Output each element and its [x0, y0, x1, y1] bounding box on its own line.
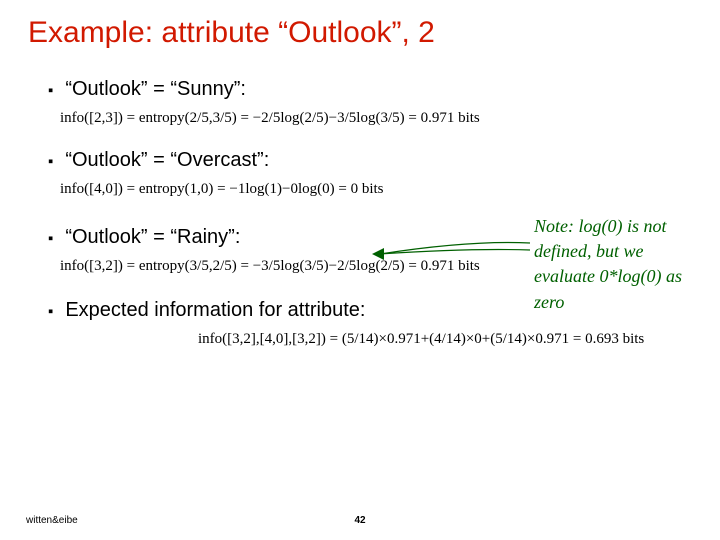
rainy-label: “Outlook” = “Rainy”: [65, 226, 240, 249]
bullet-marker: ▪ [48, 78, 53, 104]
slide-title: Example: attribute “Outlook”, 2 [0, 0, 720, 50]
footer-page-number: 42 [354, 515, 365, 526]
overcast-formula: info([4,0]) = entropy(1,0) = −1log(1)−0l… [60, 181, 720, 198]
note-annotation: Note: log(0) is not defined, but we eval… [534, 214, 704, 315]
bullet-marker: ▪ [48, 149, 53, 175]
bullet-marker: ▪ [48, 299, 53, 325]
expected-label: Expected information for attribute: [65, 299, 365, 322]
bullet-marker: ▪ [48, 226, 53, 252]
sunny-formula: info([2,3]) = entropy(2/5,3/5) = −2/5log… [60, 110, 720, 127]
bullet-overcast: ▪ “Outlook” = “Overcast”: [48, 149, 720, 175]
expected-formula: info([3,2],[4,0],[3,2]) = (5/14)×0.971+(… [198, 331, 720, 348]
arrow-icon [370, 238, 540, 268]
sunny-label: “Outlook” = “Sunny”: [65, 78, 246, 101]
bullet-sunny: ▪ “Outlook” = “Sunny”: [48, 78, 720, 104]
footer-author: witten&eibe [26, 515, 78, 526]
overcast-label: “Outlook” = “Overcast”: [65, 149, 269, 172]
